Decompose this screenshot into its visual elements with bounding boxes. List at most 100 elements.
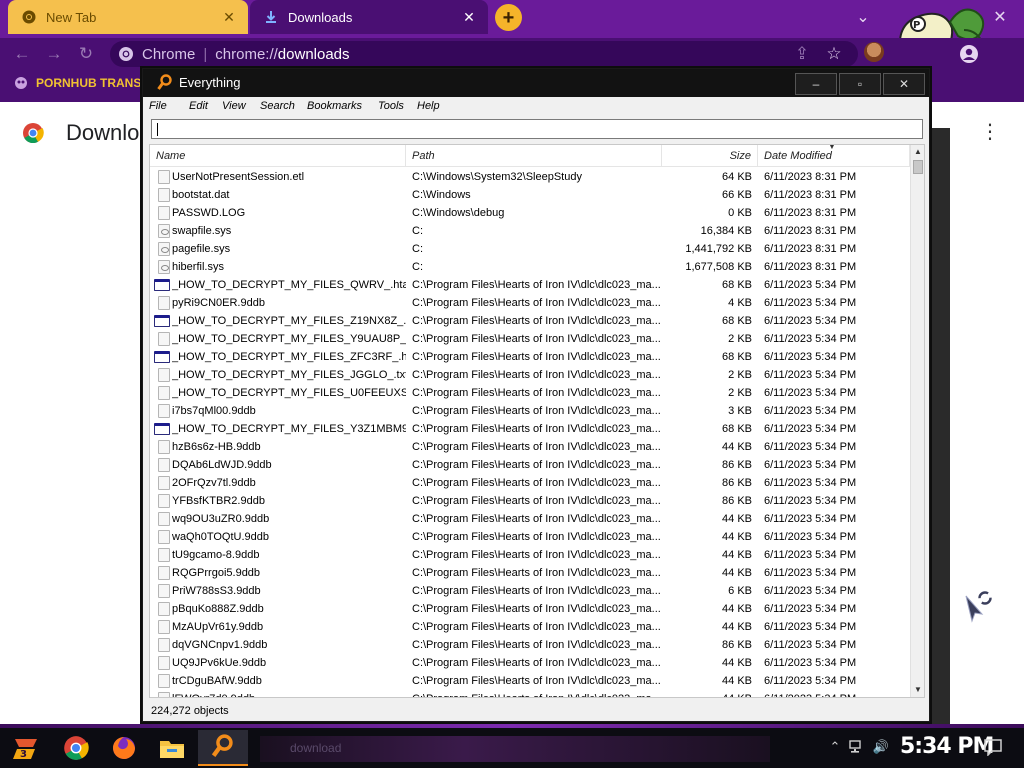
- table-row[interactable]: lFWOyr7d0.9ddb C:\Program Files\Hearts of…: [150, 690, 910, 697]
- table-row[interactable]: wq9OU3uZR0.9ddb C:\Program Files\Hearts o…: [150, 510, 910, 528]
- close-icon[interactable]: ✕: [883, 73, 925, 95]
- cell-size: 2 KB: [728, 369, 752, 381]
- table-row[interactable]: _HOW_TO_DECRYPT_MY_FILES_Z19NX8Z_.hta C:\…: [150, 312, 910, 330]
- everything-title-bar[interactable]: Everything – ▫ ✕: [143, 69, 929, 97]
- chrome-logo-icon: [23, 123, 44, 144]
- cell-path: C:\Program Files\Hearts of Iron IV\dlc\d…: [412, 405, 661, 417]
- file-icon: [158, 548, 170, 562]
- scroll-thumb[interactable]: [913, 160, 923, 174]
- tab-new-tab[interactable]: New Tab ✕: [8, 0, 248, 34]
- maximize-icon[interactable]: ▫: [839, 73, 881, 95]
- table-row[interactable]: bootstat.dat C:\Windows 66 KB 6/11/2023 8:3…: [150, 186, 910, 204]
- table-row[interactable]: dqVGNCnpv1.9ddb C:\Program Files\Hearts o…: [150, 636, 910, 654]
- table-row[interactable]: pBquKo888Z.9ddb C:\Program Files\Hearts o…: [150, 600, 910, 618]
- notification-center-icon[interactable]: [982, 736, 1004, 758]
- taskbar-firefox-icon[interactable]: [108, 732, 140, 764]
- table-row[interactable]: PASSWD.LOG C:\Windows\debug 0 KB 6/11/2023 …: [150, 204, 910, 222]
- cell-date-modified: 6/11/2023 5:34 PM: [764, 423, 857, 435]
- table-row[interactable]: hzB6s6z-HB.9ddb C:\Program Files\Hearts o…: [150, 438, 910, 456]
- table-row[interactable]: trCDguBAfW.9ddb C:\Program Files\Hearts o…: [150, 672, 910, 690]
- table-row[interactable]: _HOW_TO_DECRYPT_MY_FILES_JGGLO_.txt C:\Pr…: [150, 366, 910, 384]
- cell-path: C:\Program Files\Hearts of Iron IV\dlc\d…: [412, 567, 661, 579]
- cell-date-modified: 6/11/2023 5:34 PM: [764, 459, 857, 471]
- cell-date-modified: 6/11/2023 5:34 PM: [764, 621, 857, 633]
- table-row[interactable]: pyRi9CN0ER.9ddb C:\Program Files\Hearts o…: [150, 294, 910, 312]
- table-row[interactable]: tU9gcamo-8.9ddb C:\Program Files\Hearts o…: [150, 546, 910, 564]
- table-row[interactable]: PriW788sS3.9ddb C:\Program Files\Hearts o…: [150, 582, 910, 600]
- table-row[interactable]: _HOW_TO_DECRYPT_MY_FILES_QWRV_.hta C:\Pro…: [150, 276, 910, 294]
- cell-date-modified: 6/11/2023 5:34 PM: [764, 693, 910, 697]
- profile-icon[interactable]: [957, 42, 981, 66]
- table-row[interactable]: _HOW_TO_DECRYPT_MY_FILES_Y9UAU8P_.txt C:\…: [150, 330, 910, 348]
- menu-tools[interactable]: Tools: [378, 100, 404, 112]
- tab-title: New Tab: [46, 9, 97, 25]
- network-icon[interactable]: [848, 738, 866, 756]
- column-header-path[interactable]: Path: [406, 145, 662, 167]
- reload-icon[interactable]: ↻: [74, 42, 98, 66]
- cell-date-modified: 6/11/2023 5:34 PM: [764, 387, 857, 399]
- table-row[interactable]: DQAb6LdWJD.9ddb C:\Program Files\Hearts o…: [150, 456, 910, 474]
- column-header-size[interactable]: Size: [662, 145, 758, 167]
- cell-size: 44 KB: [722, 675, 752, 687]
- menu-view[interactable]: View: [222, 100, 246, 112]
- table-row[interactable]: i7bs7qMl00.9ddb C:\Program Files\Hearts o…: [150, 402, 910, 420]
- cell-name: _HOW_TO_DECRYPT_MY_FILES_U0FEEUXS_.txt: [172, 387, 406, 399]
- table-row[interactable]: _HOW_TO_DECRYPT_MY_FILES_U0FEEUXS_.txt C:…: [150, 384, 910, 402]
- table-row[interactable]: waQh0TOQtU.9ddb C:\Program Files\Hearts o…: [150, 528, 910, 546]
- more-menu-icon[interactable]: ⋮: [980, 122, 1000, 146]
- table-row[interactable]: YFBsfKTBR2.9ddb C:\Program Files\Hearts o…: [150, 492, 910, 510]
- cell-name: pagefile.sys: [172, 243, 231, 255]
- table-row[interactable]: swapfile.sys C: 16,384 KB 6/11/2023 8:31 PM: [150, 222, 910, 240]
- taskbar-clock[interactable]: 5:34 PM: [900, 734, 994, 759]
- start-menu-icon[interactable]: 3: [10, 732, 42, 764]
- table-row[interactable]: RQGPrrgoi5.9ddb C:\Program Files\Hearts o…: [150, 564, 910, 582]
- menu-file[interactable]: File: [149, 100, 167, 112]
- scroll-down-arrow-icon[interactable]: ▼: [911, 683, 924, 697]
- back-arrow-icon[interactable]: ←: [10, 42, 34, 66]
- menu-bookmarks[interactable]: Bookmarks: [307, 100, 362, 112]
- cell-date-modified: 6/11/2023 8:31 PM: [764, 207, 857, 219]
- close-window-icon[interactable]: ✕: [985, 4, 1015, 30]
- new-tab-button[interactable]: +: [495, 4, 522, 31]
- scroll-up-arrow-icon[interactable]: ▲: [911, 145, 924, 159]
- column-header-name[interactable]: Name: [150, 145, 406, 167]
- file-icon: [158, 602, 170, 616]
- close-tab-icon[interactable]: ✕: [460, 8, 478, 26]
- tab-downloads[interactable]: Downloads ✕: [250, 0, 488, 34]
- share-icon[interactable]: ⇪: [790, 42, 814, 66]
- forward-arrow-icon[interactable]: →: [42, 42, 66, 66]
- extension-avatar[interactable]: [864, 42, 884, 62]
- table-row[interactable]: 2OFrQzv7tl.9ddb C:\Program Files\Hearts o…: [150, 474, 910, 492]
- taskbar-file-explorer-icon[interactable]: [156, 732, 188, 764]
- cell-size: 44 KB: [722, 441, 752, 453]
- vertical-scrollbar[interactable]: ▲ ▼: [910, 145, 924, 697]
- menu-search[interactable]: Search: [260, 100, 295, 112]
- table-row[interactable]: UQ9JPv6kUe.9ddb C:\Program Files\Hearts o…: [150, 654, 910, 672]
- table-row[interactable]: UserNotPresentSession.etl C:\Windows\Syst…: [150, 168, 910, 186]
- search-input[interactable]: [151, 119, 923, 139]
- cell-date-modified: 6/11/2023 5:34 PM: [764, 603, 857, 615]
- cell-path: C:\Program Files\Hearts of Iron IV\dlc\d…: [412, 495, 661, 507]
- volume-icon[interactable]: 🔊: [872, 738, 890, 756]
- table-row[interactable]: _HOW_TO_DECRYPT_MY_FILES_ZFC3RF_.hta C:\P…: [150, 348, 910, 366]
- table-row[interactable]: hiberfil.sys C: 1,677,508 KB 6/11/2023 8:31…: [150, 258, 910, 276]
- taskbar-everything-search-icon[interactable]: [198, 730, 248, 766]
- table-row[interactable]: pagefile.sys C: 1,441,792 KB 6/11/2023 8:31…: [150, 240, 910, 258]
- cell-date-modified: 6/11/2023 8:31 PM: [764, 243, 857, 255]
- tray-chevron-up-icon[interactable]: ⌃: [826, 738, 844, 756]
- busy-cursor-icon: [965, 591, 992, 623]
- table-row[interactable]: MzAUpVr61y.9ddb C:\Program Files\Hearts o…: [150, 618, 910, 636]
- bookmark-star-icon[interactable]: ☆: [822, 42, 846, 66]
- cell-size: 68 KB: [722, 315, 752, 327]
- address-bar[interactable]: Chrome | chrome://downloads: [110, 41, 858, 67]
- bookmark-item[interactable]: PORNHUB TRANS: [14, 76, 141, 90]
- tab-search-chevron-icon[interactable]: ⌄: [848, 4, 878, 30]
- minimize-icon[interactable]: –: [795, 73, 837, 95]
- menu-help[interactable]: Help: [417, 100, 440, 112]
- table-row[interactable]: _HOW_TO_DECRYPT_MY_FILES_Y3Z1MBM9_.hta C:…: [150, 420, 910, 438]
- cell-size: 86 KB: [722, 639, 752, 651]
- close-tab-icon[interactable]: ✕: [220, 8, 238, 26]
- taskbar-chrome-icon[interactable]: [60, 732, 92, 764]
- menu-edit[interactable]: Edit: [189, 100, 208, 112]
- cell-size: 44 KB: [722, 567, 752, 579]
